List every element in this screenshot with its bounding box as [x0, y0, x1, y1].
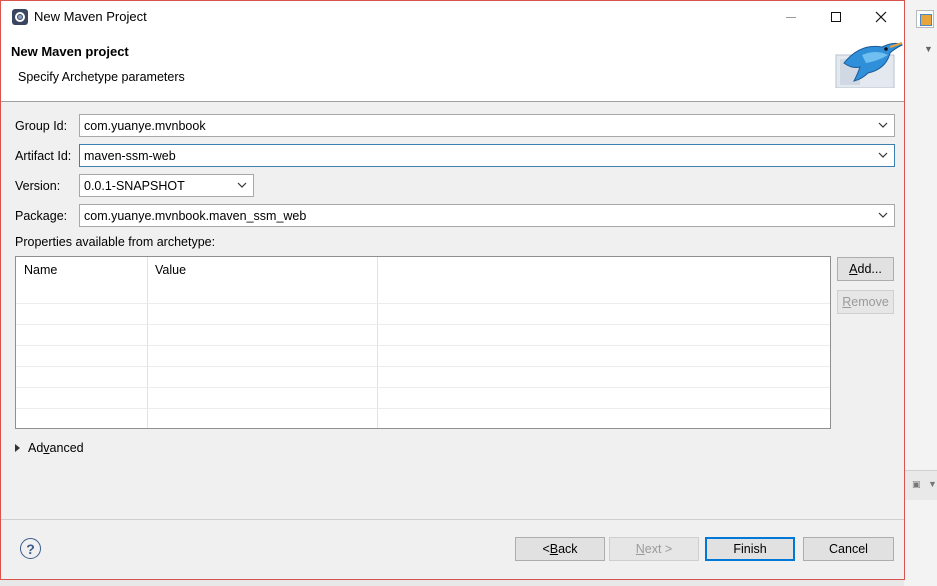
minimize-button[interactable]: [768, 1, 814, 33]
eclipse-icon: [12, 9, 28, 25]
close-button[interactable]: [858, 1, 904, 33]
background-toolbar: ▣ ▼: [904, 470, 937, 500]
group-id-value: com.yuanye.mvnbook: [84, 118, 206, 133]
perspective-icon: [916, 10, 934, 28]
package-label: Package:: [15, 209, 68, 223]
close-icon: [875, 11, 887, 23]
artifact-id-label: Artifact Id:: [15, 149, 72, 163]
cancel-button[interactable]: Cancel: [803, 537, 894, 561]
properties-table[interactable]: Name Value: [15, 256, 831, 429]
advanced-label: Advanced: [28, 441, 84, 455]
back-button[interactable]: < Back: [515, 537, 605, 561]
new-maven-project-dialog: New Maven Project New Maven project Spec…: [0, 0, 905, 580]
background-menu-icon: ▼: [928, 479, 937, 489]
maximize-button[interactable]: [813, 1, 859, 33]
footer-separator: [1, 519, 904, 520]
row-divider: [16, 408, 830, 409]
chevron-down-icon[interactable]: [877, 149, 889, 161]
artifact-id-value: maven-ssm-web: [84, 148, 176, 163]
group-id-combo[interactable]: com.yuanye.mvnbook: [79, 114, 895, 137]
help-icon[interactable]: ?: [20, 538, 41, 559]
package-value: com.yuanye.mvnbook.maven_ssm_web: [84, 208, 307, 223]
wizard-header: New Maven project Specify Archetype para…: [1, 33, 904, 102]
row-divider: [16, 303, 830, 304]
chevron-down-icon[interactable]: [877, 119, 889, 131]
page-title: New Maven project: [11, 44, 129, 59]
version-select[interactable]: 0.0.1-SNAPSHOT: [79, 174, 254, 197]
view-menu-icon: ▼: [924, 44, 933, 54]
row-divider: [16, 324, 830, 325]
finish-button[interactable]: Finish: [705, 537, 795, 561]
column-divider: [147, 257, 148, 428]
package-combo[interactable]: com.yuanye.mvnbook.maven_ssm_web: [79, 204, 895, 227]
expand-arrow-icon[interactable]: [15, 444, 20, 452]
version-value: 0.0.1-SNAPSHOT: [84, 178, 185, 193]
chevron-down-icon[interactable]: [877, 209, 889, 221]
page-description: Specify Archetype parameters: [18, 70, 185, 84]
chevron-down-icon[interactable]: [236, 179, 248, 191]
row-divider: [16, 366, 830, 367]
column-header-name[interactable]: Name: [16, 257, 147, 303]
group-id-label: Group Id:: [15, 119, 68, 133]
window-title: New Maven Project: [34, 9, 147, 24]
artifact-id-combo[interactable]: maven-ssm-web: [79, 144, 895, 167]
next-button[interactable]: Next >: [609, 537, 699, 561]
column-divider: [377, 257, 378, 428]
column-header-value[interactable]: Value: [147, 257, 377, 303]
title-bar: New Maven Project: [1, 1, 904, 33]
add-property-button[interactable]: Add...: [837, 257, 894, 281]
maven-bird-logo: [835, 42, 904, 88]
background-ide-strip: ▼ ▣ ▼: [904, 0, 937, 586]
background-tool-icon: ▣: [912, 479, 921, 489]
advanced-toggle[interactable]: Advanced: [15, 441, 84, 455]
remove-property-button[interactable]: Remove: [837, 290, 894, 314]
row-divider: [16, 345, 830, 346]
maximize-icon: [831, 12, 841, 22]
version-label: Version:: [15, 179, 61, 193]
minimize-icon: [786, 16, 796, 18]
row-divider: [16, 387, 830, 388]
properties-label: Properties available from archetype:: [15, 235, 216, 249]
